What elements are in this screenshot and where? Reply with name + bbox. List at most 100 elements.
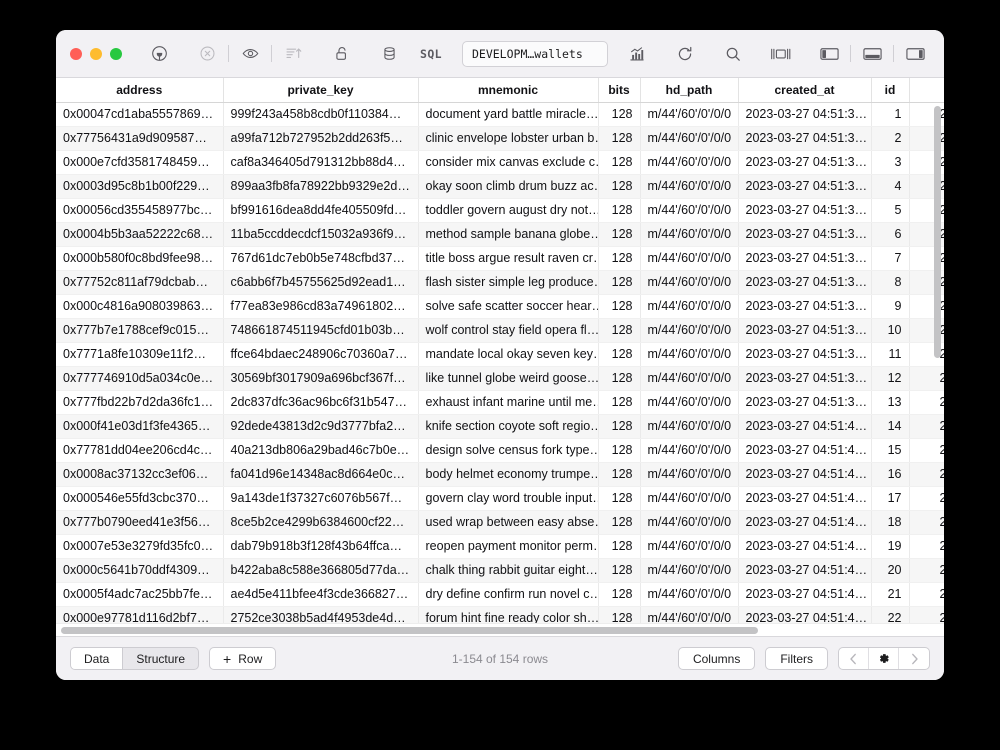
table-cell-bits[interactable]: 128 [598, 102, 641, 127]
table-cell-address[interactable]: 0x0007e53e3279fd35fc0… [56, 534, 224, 559]
table-row[interactable]: 0x777fbd22b7d2da36fc1… 2dc837dfc36ac96bc6… [56, 390, 944, 415]
table-row[interactable]: 0x777b0790eed41e3f56… 8ce5b2ce4299b638460… [56, 510, 944, 535]
table-cell-mnemonic[interactable]: knife section coyote soft regio… [418, 414, 599, 439]
table-cell-created_at[interactable]: 2023-03-27 04:51:3… [738, 342, 872, 367]
table-cell-address[interactable]: 0x77756431a9d909587… [56, 126, 224, 151]
table-path-field[interactable]: DEVELOPM…wallets [461, 40, 608, 67]
column-header-mnemonic[interactable]: mnemonic [418, 78, 599, 103]
table-cell-hd_path[interactable]: m/44'/60'/0'/0/0 [640, 414, 739, 439]
table-cell-id[interactable]: 5 [871, 198, 910, 223]
close-button[interactable] [70, 47, 82, 60]
table-cell-bits[interactable]: 128 [598, 366, 641, 391]
column-header-id[interactable]: id [871, 78, 910, 103]
table-cell-bits[interactable]: 128 [598, 486, 641, 511]
table-row[interactable]: 0x000546e55fd3cbc370… 9a143de1f37327c6076… [56, 486, 944, 511]
minimize-button[interactable] [90, 47, 102, 60]
table-cell-address[interactable]: 0x000b580f0c8bd9fee98… [56, 246, 224, 271]
table-cell-extra[interactable]: 2 [909, 462, 944, 487]
table-cell-private_key[interactable]: 11ba5ccddecdcf15032a936f9… [223, 222, 419, 247]
table-cell-address[interactable]: 0x7771a8fe10309e11f2… [56, 342, 224, 367]
table-cell-id[interactable]: 13 [871, 390, 910, 415]
table-cell-private_key[interactable]: 30569bf3017909a696bcf367f… [223, 366, 419, 391]
table-cell-address[interactable]: 0x000f41e03d1f3fe4365… [56, 414, 224, 439]
table-cell-hd_path[interactable]: m/44'/60'/0'/0/0 [640, 174, 739, 199]
table-cell-address[interactable]: 0x777746910d5a034c0e… [56, 366, 224, 391]
table-cell-created_at[interactable]: 2023-03-27 04:51:3… [738, 390, 872, 415]
table-cell-private_key[interactable]: fa041d96e14348ac8d664e0c… [223, 462, 419, 487]
table-cell-id[interactable]: 20 [871, 558, 910, 583]
table-cell-hd_path[interactable]: m/44'/60'/0'/0/0 [640, 390, 739, 415]
table-row[interactable]: 0x77781dd04ee206cd4c… 40a213db806a29bad46… [56, 438, 944, 463]
table-cell-created_at[interactable]: 2023-03-27 04:51:3… [738, 318, 872, 343]
column-header-hd_path[interactable]: hd_path [640, 78, 739, 103]
refresh-icon[interactable] [670, 39, 700, 69]
table-row[interactable]: 0x77756431a9d909587… a99fa712b727952b2dd2… [56, 126, 944, 151]
table-cell-private_key[interactable]: 999f243a458b8cdb0f110384… [223, 102, 419, 127]
table-cell-address[interactable]: 0x77781dd04ee206cd4c… [56, 438, 224, 463]
table-cell-bits[interactable]: 128 [598, 294, 641, 319]
table-cell-bits[interactable]: 128 [598, 342, 641, 367]
table-cell-created_at[interactable]: 2023-03-27 04:51:3… [738, 246, 872, 271]
table-row[interactable]: 0x0007e53e3279fd35fc0… dab79b918b3f128f43… [56, 534, 944, 559]
table-cell-id[interactable]: 19 [871, 534, 910, 559]
table-row[interactable]: 0x0008ac37132cc3ef06… fa041d96e14348ac8d6… [56, 462, 944, 487]
table-row[interactable]: 0x0005f4adc7ac25bb7fe… ae4d5e411bfee4f3cd… [56, 582, 944, 607]
table-cell-address[interactable]: 0x77752c811af79dcbab… [56, 270, 224, 295]
table-cell-private_key[interactable]: 748661874511945cfd01b03b… [223, 318, 419, 343]
table-cell-hd_path[interactable]: m/44'/60'/0'/0/0 [640, 198, 739, 223]
table-cell-bits[interactable]: 128 [598, 174, 641, 199]
table-cell-private_key[interactable]: 899aa3fb8fa78922bb9329e2d… [223, 174, 419, 199]
table-cell-extra[interactable]: 2 [909, 534, 944, 559]
table-cell-created_at[interactable]: 2023-03-27 04:51:3… [738, 270, 872, 295]
table-cell-created_at[interactable]: 2023-03-27 04:51:3… [738, 294, 872, 319]
table-cell-hd_path[interactable]: m/44'/60'/0'/0/0 [640, 126, 739, 151]
column-header-address[interactable]: address [56, 78, 224, 103]
table-cell-mnemonic[interactable]: wolf control stay field opera fl… [418, 318, 599, 343]
table-cell-hd_path[interactable]: m/44'/60'/0'/0/0 [640, 510, 739, 535]
sort-ascending-icon[interactable] [278, 39, 308, 69]
table-cell-mnemonic[interactable]: chalk thing rabbit guitar eight… [418, 558, 599, 583]
table-cell-address[interactable]: 0x777b7e1788cef9c015… [56, 318, 224, 343]
table-row[interactable]: 0x000e7cfd3581748459… caf8a346405d791312b… [56, 150, 944, 175]
table-cell-private_key[interactable]: 2dc837dfc36ac96bc6f31b547… [223, 390, 419, 415]
table-cell-private_key[interactable]: 9a143de1f37327c6076b567f… [223, 486, 419, 511]
table-cell-mnemonic[interactable]: reopen payment monitor perm… [418, 534, 599, 559]
pagination-control[interactable] [838, 647, 930, 670]
table-cell-hd_path[interactable]: m/44'/60'/0'/0/0 [640, 294, 739, 319]
table-row[interactable]: 0x7771a8fe10309e11f2… ffce64bdaec248906c7… [56, 342, 944, 367]
unlock-icon[interactable] [326, 39, 356, 69]
table-cell-mnemonic[interactable]: body helmet economy trumpe… [418, 462, 599, 487]
table-cell-address[interactable]: 0x0003d95c8b1b00f229… [56, 174, 224, 199]
table-cell-id[interactable]: 15 [871, 438, 910, 463]
table-cell-bits[interactable]: 128 [598, 246, 641, 271]
chart-icon[interactable] [622, 39, 652, 69]
table-row[interactable]: 0x000b580f0c8bd9fee98… 767d61dc7eb0b5e748… [56, 246, 944, 271]
view-mode-segmented-control[interactable]: Data Structure [70, 647, 200, 670]
table-cell-hd_path[interactable]: m/44'/60'/0'/0/0 [640, 534, 739, 559]
table-row[interactable]: 0x777746910d5a034c0e… 30569bf3017909a696b… [56, 366, 944, 391]
table-cell-extra[interactable]: 2 [909, 510, 944, 535]
table-cell-address[interactable]: 0x000c4816a908039863… [56, 294, 224, 319]
table-cell-id[interactable]: 21 [871, 582, 910, 607]
data-table-area[interactable]: address private_key mnemonic bits hd_path cre… [56, 78, 944, 636]
table-cell-bits[interactable]: 128 [598, 318, 641, 343]
table-cell-created_at[interactable]: 2023-03-27 04:51:3… [738, 174, 872, 199]
table-cell-mnemonic[interactable]: document yard battle miracle… [418, 102, 599, 127]
table-cell-id[interactable]: 12 [871, 366, 910, 391]
filters-button[interactable]: Filters [765, 647, 828, 670]
table-cell-mnemonic[interactable]: clinic envelope lobster urban b… [418, 126, 599, 151]
table-cell-created_at[interactable]: 2023-03-27 04:51:4… [738, 534, 872, 559]
table-cell-id[interactable]: 9 [871, 294, 910, 319]
table-cell-mnemonic[interactable]: title boss argue result raven cr… [418, 246, 599, 271]
table-cell-bits[interactable]: 128 [598, 558, 641, 583]
table-cell-private_key[interactable]: 8ce5b2ce4299b6384600cf22… [223, 510, 419, 535]
table-cell-mnemonic[interactable]: dry define confirm run novel c… [418, 582, 599, 607]
table-cell-extra[interactable]: 2 [909, 390, 944, 415]
table-cell-bits[interactable]: 128 [598, 582, 641, 607]
table-cell-hd_path[interactable]: m/44'/60'/0'/0/0 [640, 102, 739, 127]
table-cell-private_key[interactable]: ffce64bdaec248906c70360a7… [223, 342, 419, 367]
table-cell-mnemonic[interactable]: toddler govern august dry not… [418, 198, 599, 223]
table-cell-mnemonic[interactable]: like tunnel globe weird goose… [418, 366, 599, 391]
table-cell-hd_path[interactable]: m/44'/60'/0'/0/0 [640, 486, 739, 511]
table-row[interactable]: 0x000f41e03d1f3fe4365… 92dede43813d2c9d37… [56, 414, 944, 439]
